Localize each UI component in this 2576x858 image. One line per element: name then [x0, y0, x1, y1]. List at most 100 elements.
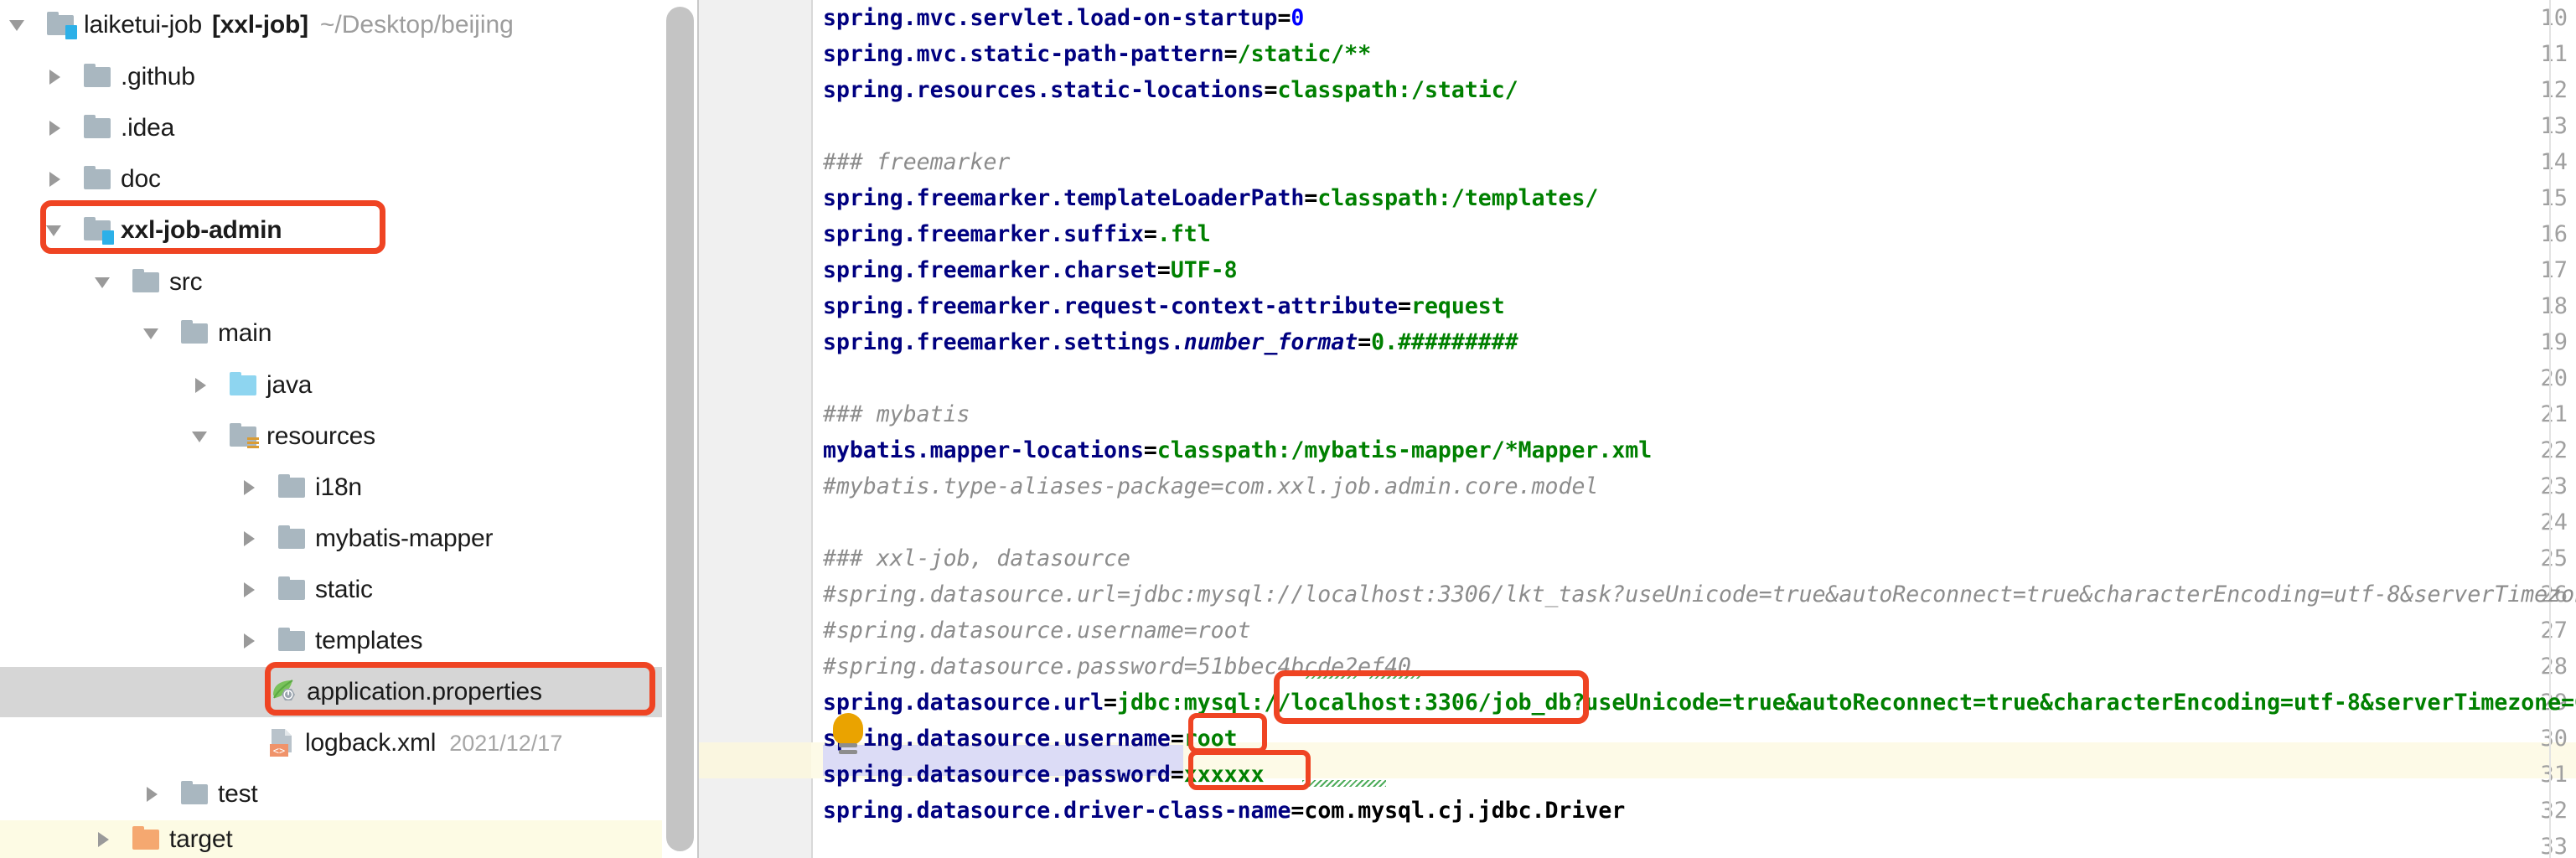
code-line-26[interactable]: #spring.datasource.url=jdbc:mysql://loca… [823, 576, 2576, 612]
code-line-18[interactable]: spring.freemarker.request-context-attrib… [823, 288, 1505, 324]
chevron-right-icon[interactable] [238, 630, 260, 652]
code-token: 0 [1291, 5, 1305, 31]
folder-icon [277, 576, 307, 603]
tree-row-i18n[interactable]: i18n [0, 463, 662, 513]
xml-file-icon: <> [268, 728, 297, 758]
tree-item-label: main [218, 319, 272, 347]
code-line-27[interactable]: #spring.datasource.username=root [823, 612, 1251, 649]
tree-item-label: doc [121, 165, 161, 193]
code-token: ### freemarker [823, 149, 1011, 175]
tree-row-logback-xml[interactable]: <> logback.xml 2021/12/17 [0, 718, 662, 768]
tree-item-date: 2021/12/17 [449, 730, 563, 756]
code-token: = [1170, 726, 1184, 752]
chevron-right-icon[interactable] [238, 579, 260, 601]
tree-item-label: java [266, 371, 313, 399]
code-line-30[interactable]: spring.datasource.username=root [823, 721, 1238, 757]
code-text-area[interactable]: spring.mvc.servlet.load-on-startup=0 spr… [811, 0, 2576, 858]
tree-item-label: application.properties [307, 678, 542, 706]
tree-row-doc[interactable]: doc [0, 154, 662, 204]
tree-row-java[interactable]: java [0, 360, 662, 411]
code-token: 0.######### [1371, 329, 1518, 355]
editor-gutter[interactable] [699, 0, 811, 858]
code-line-19[interactable]: spring.freemarker.settings.number_format… [823, 324, 1518, 360]
tree-item-path: ~/Desktop/beijing [319, 11, 514, 39]
code-line-12[interactable]: spring.resources.static-locations=classp… [823, 72, 1518, 108]
folder-icon [82, 115, 112, 142]
code-token: #mybatis.type-aliases-package=com.xxl.jo… [823, 473, 1599, 499]
code-token: #spring.datasource.username=root [823, 618, 1251, 644]
code-line-29[interactable]: spring.datasource.url=jdbc:mysql://local… [823, 685, 2576, 721]
code-token: = [1358, 329, 1372, 355]
code-line-16[interactable]: spring.freemarker.suffix=.ftl [823, 216, 1211, 252]
code-editor[interactable]: 10 11 12 13 14 15 16 17 18 19 20 21 22 2… [699, 0, 2576, 858]
chevron-right-icon[interactable] [141, 783, 163, 805]
folder-icon [277, 474, 307, 501]
tree-item-label: .github [121, 63, 195, 90]
code-line-31[interactable]: spring.datasource.password=xxxxxx [823, 757, 1265, 793]
sources-folder-icon [228, 372, 258, 399]
excluded-folder-icon [131, 825, 161, 853]
code-line-11[interactable]: spring.mvc.static-path-pattern=/static/*… [823, 36, 1371, 72]
code-token: ### xxl-job, datasource [823, 545, 1130, 571]
tree-row-mybatis-mapper[interactable]: mybatis-mapper [0, 514, 662, 564]
tree-item-label: target [169, 824, 233, 853]
tree-row-test[interactable]: test [0, 769, 662, 819]
code-token: number_format [1183, 329, 1358, 355]
chevron-right-icon[interactable] [238, 528, 260, 550]
code-token: = [1104, 690, 1118, 716]
tree-row-target[interactable]: target [0, 820, 662, 858]
code-line-14[interactable]: ### freemarker [823, 144, 1010, 180]
code-line-32[interactable]: spring.datasource.driver-class-name=com.… [823, 793, 1625, 829]
folder-icon [277, 525, 307, 552]
code-token: UTF-8 [1170, 257, 1238, 283]
code-line-17[interactable]: spring.freemarker.charset=UTF-8 [823, 252, 1238, 288]
chevron-right-icon[interactable] [189, 375, 211, 396]
project-tree-scrollbar[interactable] [666, 0, 694, 858]
chevron-right-icon[interactable] [44, 66, 65, 88]
tree-row-xxl-job-admin[interactable]: xxl-job-admin [0, 205, 662, 256]
project-tree-panel[interactable]: laiketui-job [xxl-job] ~/Desktop/beijing… [0, 0, 662, 858]
tree-row-idea[interactable]: .idea [0, 103, 662, 153]
code-line-10[interactable]: spring.mvc.servlet.load-on-startup=0 [823, 0, 1304, 36]
tree-row-github[interactable]: .github [0, 52, 662, 102]
svg-text:<>: <> [273, 745, 285, 757]
chevron-down-icon[interactable] [92, 271, 114, 293]
scrollbar-thumb[interactable] [666, 7, 694, 851]
chevron-right-icon[interactable] [44, 117, 65, 139]
code-token: spring.datasource.password [823, 762, 1171, 788]
folder-icon [179, 781, 209, 808]
code-line-22[interactable]: mybatis.mapper-locations=classpath:/myba… [823, 432, 1652, 468]
code-token: jdbc:mysql://localhost:3306/job_db?useUn… [1117, 690, 2576, 716]
tree-row-src[interactable]: src [0, 257, 662, 308]
lightbulb-icon[interactable] [830, 713, 866, 757]
chevron-down-icon[interactable] [44, 220, 65, 241]
code-token: request [1411, 293, 1505, 319]
tree-row-resources[interactable]: resources [0, 411, 662, 462]
spellcheck-squiggle [1369, 672, 1421, 679]
tree-row-static[interactable]: static [0, 565, 662, 615]
code-line-15[interactable]: spring.freemarker.templateLoaderPath=cla… [823, 180, 1598, 216]
code-line-23[interactable]: #mybatis.type-aliases-package=com.xxl.jo… [823, 468, 1598, 504]
tree-row-project-root[interactable]: laiketui-job [xxl-job] ~/Desktop/beijing [0, 0, 662, 50]
tree-item-label: templates [315, 627, 423, 654]
tree-item-label: .idea [121, 114, 175, 142]
code-line-28[interactable]: #spring.datasource.password=51bbec4bcde2… [823, 649, 1411, 685]
code-token: spring.freemarker.templateLoaderPath [823, 185, 1305, 211]
code-token: = [1143, 221, 1157, 247]
chevron-right-icon[interactable] [44, 168, 65, 190]
chevron-right-icon[interactable] [238, 477, 260, 499]
code-token: classpath:/static/ [1277, 77, 1518, 103]
code-line-25[interactable]: ### xxl-job, datasource [823, 540, 1130, 576]
chevron-down-icon[interactable] [189, 426, 211, 447]
tree-row-main[interactable]: main [0, 308, 662, 359]
code-line-21[interactable]: ### mybatis [823, 396, 970, 432]
spellcheck-squiggle [1306, 672, 1358, 679]
tree-row-templates[interactable]: templates [0, 616, 662, 666]
module-folder-icon [45, 12, 77, 39]
tree-row-application-properties[interactable]: application.properties [0, 667, 662, 717]
chevron-down-icon[interactable] [7, 14, 28, 36]
chevron-right-icon[interactable] [92, 829, 114, 850]
code-token: = [1304, 185, 1318, 211]
resources-folder-icon [228, 423, 259, 450]
chevron-down-icon[interactable] [141, 323, 163, 344]
